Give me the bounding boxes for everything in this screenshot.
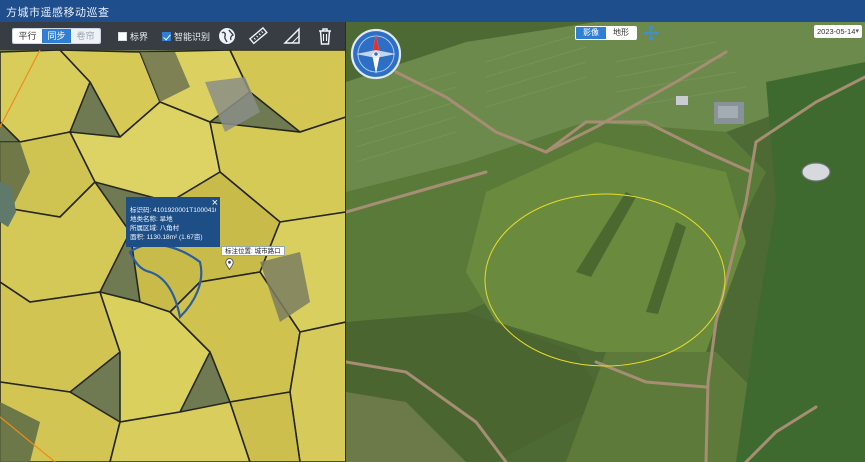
map-label: 标注位置: 城市路口	[221, 246, 285, 256]
popup-line: 标识码: 4101920001T1000416	[130, 207, 216, 214]
checkbox-label: 智能识别	[174, 32, 211, 42]
smart-detect-checkbox[interactable]: 智能识别	[162, 30, 210, 43]
triangle-ruler-icon[interactable]	[282, 26, 302, 46]
checkbox-label: 标界	[130, 32, 149, 42]
popup-line: 所属区域: 八角村	[130, 225, 180, 232]
popup-line: 面积: 1130.18m² (1.67亩)	[130, 234, 203, 241]
date-select[interactable]: 2023-05-14 ▾	[814, 25, 862, 38]
trash-icon[interactable]	[315, 26, 335, 46]
right-aerial-pane[interactable]: 影像 地形 2023-05-14 ▾	[346, 22, 865, 462]
view-mode-selector[interactable]: 平行 同步 卷帘	[12, 28, 101, 44]
parcel-info-popup: × 标识码: 4101920001T1000416 地类名称: 旱地 所属区域:…	[126, 197, 220, 247]
globe-icon[interactable]	[217, 26, 237, 46]
left-map-pane[interactable]: 平行 同步 卷帘 标界 智能识别 × 标识码: 4101920001T10004…	[0, 22, 346, 462]
ruler-icon[interactable]	[248, 26, 268, 46]
location-pin-icon[interactable]	[225, 258, 234, 270]
app-title: 方城市遥感移动巡查	[6, 7, 110, 19]
imagery-toggle[interactable]: 影像 地形	[575, 26, 637, 40]
popup-line: 地类名称: 旱地	[130, 216, 173, 223]
boundary-checkbox[interactable]: 标界	[118, 30, 148, 43]
app-header: 方城市遥感移动巡查	[0, 0, 865, 22]
view-mode-parallel[interactable]: 平行	[13, 29, 42, 43]
date-value: 2023-05-14	[817, 27, 856, 36]
pan-move-icon[interactable]	[643, 25, 659, 41]
aerial-image[interactable]	[346, 22, 865, 462]
checkbox-box[interactable]	[118, 32, 127, 41]
map-toolbar: 平行 同步 卷帘 标界 智能识别	[0, 22, 346, 50]
view-mode-sync[interactable]: 同步	[42, 29, 71, 43]
checkbox-box[interactable]	[162, 32, 171, 41]
compass-icon[interactable]	[350, 28, 402, 80]
chevron-down-icon: ▾	[855, 28, 859, 35]
view-mode-swipe[interactable]: 卷帘	[71, 29, 100, 43]
terrain-option[interactable]: 地形	[606, 27, 636, 39]
imagery-option[interactable]: 影像	[576, 27, 606, 39]
close-icon[interactable]: ×	[212, 197, 218, 209]
